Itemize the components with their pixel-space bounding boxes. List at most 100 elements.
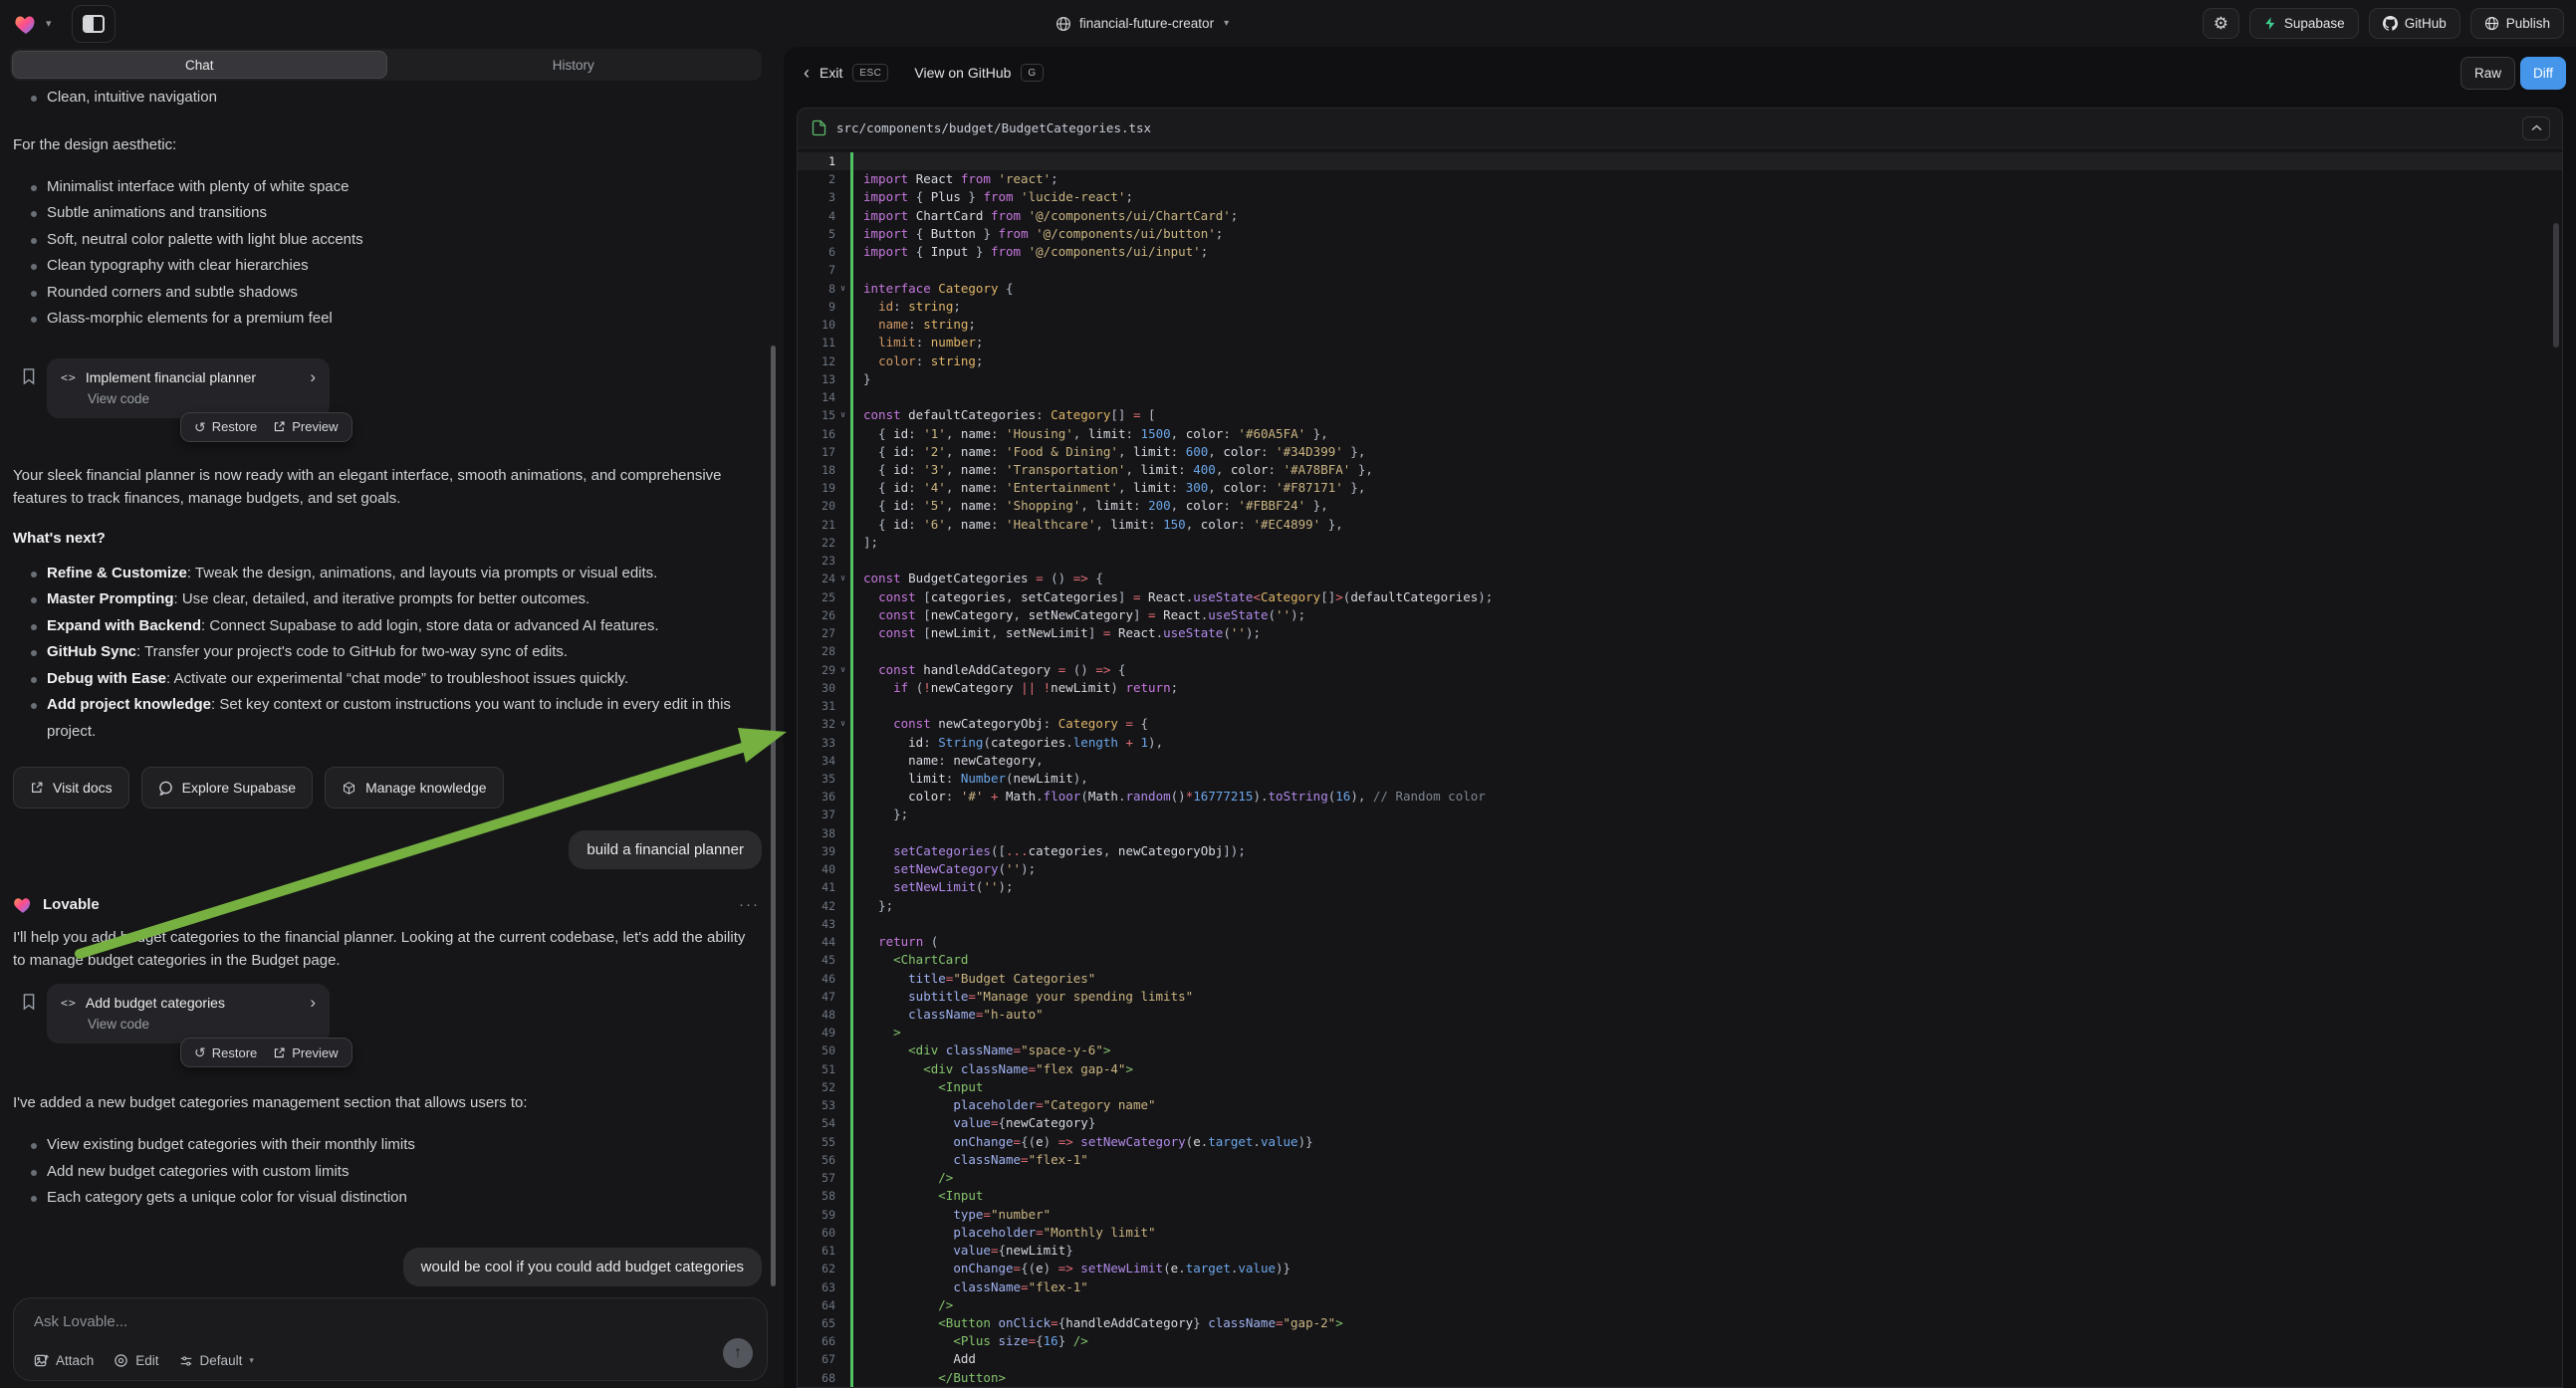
code-text: import { Input } from '@/components/ui/i…	[850, 243, 2562, 261]
code-line: 27 const [newLimit, setNewLimit] = React…	[798, 624, 2562, 642]
fold-chevron-icon[interactable]: ∨	[835, 570, 850, 587]
manage-knowledge-button[interactable]: Manage knowledge	[325, 767, 503, 809]
settings-button[interactable]: ⚙	[2203, 8, 2239, 39]
tab-chat[interactable]: Chat	[12, 51, 387, 79]
code-line: 34 name: newCategory,	[798, 752, 2562, 770]
code-line: 58 <Input	[798, 1187, 2562, 1205]
code-line: 29∨ const handleAddCategory = () => {	[798, 661, 2562, 679]
attach-button[interactable]: Attach	[34, 1353, 94, 1368]
github-button[interactable]: GitHub	[2369, 8, 2460, 39]
fold-chevron-icon[interactable]: ∨	[835, 406, 850, 424]
collapse-file-button[interactable]	[2522, 116, 2550, 140]
diff-toggle-button[interactable]: Diff	[2520, 57, 2566, 90]
exit-button[interactable]: Exit	[820, 65, 842, 81]
message-menu-button[interactable]: ···	[739, 896, 760, 913]
code-text: { id: '5', name: 'Shopping', limit: 200,…	[850, 497, 2562, 515]
fold-chevron-slot	[835, 1314, 850, 1332]
project-switcher[interactable]: financial-future-creator ▾	[1055, 0, 1229, 47]
version-card-add-budget-categories[interactable]: <> Add budget categories › View code ↺ R…	[47, 984, 330, 1043]
bookmark-icon[interactable]	[19, 992, 39, 1012]
view-on-github-button[interactable]: View on GitHub	[914, 65, 1011, 81]
restore-button[interactable]: ↺ Restore	[194, 419, 257, 434]
file-path-bar[interactable]: src/components/budget/BudgetCategories.t…	[798, 109, 2562, 148]
model-default-selector[interactable]: Default ▾	[179, 1353, 254, 1368]
code-text: import ChartCard from '@/components/ui/C…	[850, 207, 2562, 225]
code-text: return (	[850, 933, 2562, 951]
send-button[interactable]: ↑	[723, 1338, 753, 1368]
line-number: 63	[798, 1278, 835, 1296]
restore-button[interactable]: ↺ Restore	[194, 1045, 257, 1060]
composer-input[interactable]	[34, 1313, 631, 1337]
code-text: import { Button } from '@/components/ui/…	[850, 225, 2562, 243]
code-scrollbar-thumb[interactable]	[2553, 223, 2559, 347]
line-number: 17	[798, 443, 835, 461]
code-line: 41 setNewLimit('');	[798, 878, 2562, 896]
code-text	[850, 552, 2562, 570]
code-text: };	[850, 806, 2562, 823]
back-chevron-icon[interactable]: ‹	[804, 63, 810, 84]
fold-chevron-icon[interactable]: ∨	[835, 715, 850, 733]
line-number: 33	[798, 734, 835, 752]
code-text: >	[850, 1024, 2562, 1041]
line-number: 68	[798, 1369, 835, 1387]
code-line: 59 type="number"	[798, 1206, 2562, 1224]
code-line: 8∨interface Category {	[798, 280, 2562, 298]
list-item: Refine & Customize: Tweak the design, an…	[13, 561, 762, 587]
bookmark-icon[interactable]	[19, 366, 39, 386]
line-number: 3	[798, 188, 835, 206]
gear-icon: ⚙	[2214, 15, 2228, 32]
preview-button[interactable]: Preview	[273, 419, 338, 434]
added-paragraph: I've added a new budget categories manag…	[13, 1091, 755, 1114]
edit-mode-button[interactable]: Edit	[114, 1353, 158, 1368]
code-text: <div className="flex gap-4">	[850, 1060, 2562, 1078]
fold-chevron-slot	[835, 970, 850, 988]
publish-button[interactable]: Publish	[2470, 8, 2564, 39]
code-line: 21 { id: '6', name: 'Healthcare', limit:…	[798, 516, 2562, 534]
fold-chevron-icon[interactable]: ∨	[835, 661, 850, 679]
line-number: 23	[798, 552, 835, 570]
line-number: 56	[798, 1151, 835, 1169]
line-number: 44	[798, 933, 835, 951]
code-line: 60 placeholder="Monthly limit"	[798, 1224, 2562, 1242]
chat-bubble-icon	[158, 781, 173, 796]
chat-scrollbar-thumb[interactable]	[771, 346, 776, 1286]
fold-chevron-slot	[835, 1332, 850, 1350]
fold-chevron-slot	[835, 878, 850, 896]
version-card-implement-financial-planner[interactable]: <> Implement financial planner › View co…	[47, 358, 330, 418]
preview-button[interactable]: Preview	[273, 1045, 338, 1060]
code-viewport[interactable]: 12import React from 'react';3import { Pl…	[798, 152, 2562, 1387]
code-line: 33 id: String(categories.length + 1),	[798, 734, 2562, 752]
fold-chevron-slot	[835, 1133, 850, 1151]
chat-messages-scroll[interactable]: Clean, intuitive navigation For the desi…	[0, 81, 784, 1331]
line-number: 60	[798, 1224, 835, 1242]
fold-chevron-slot	[835, 443, 850, 461]
explore-supabase-button[interactable]: Explore Supabase	[141, 767, 313, 809]
line-number: 45	[798, 951, 835, 969]
fold-chevron-slot	[835, 516, 850, 534]
fold-chevron-slot	[835, 497, 850, 515]
fold-chevron-slot	[835, 697, 850, 715]
lovable-heart-icon	[13, 895, 33, 914]
logo-chevron-down-icon[interactable]: ▾	[46, 17, 52, 30]
sidebar-toggle-button[interactable]	[72, 5, 116, 43]
chevron-down-icon: ▾	[249, 1355, 254, 1366]
visit-docs-button[interactable]: Visit docs	[13, 767, 129, 809]
fold-chevron-icon[interactable]: ∨	[835, 280, 850, 298]
code-text: { id: '1', name: 'Housing', limit: 1500,…	[850, 425, 2562, 443]
chevron-right-icon: ›	[310, 370, 316, 384]
view-code-link[interactable]: View code	[88, 391, 316, 406]
tab-history[interactable]: History	[387, 51, 761, 79]
view-code-link[interactable]: View code	[88, 1017, 316, 1032]
code-text: type="number"	[850, 1206, 2562, 1224]
code-line: 30 if (!newCategory || !newLimit) return…	[798, 679, 2562, 697]
code-line: 42 };	[798, 897, 2562, 915]
version-card-2-row: <> Add budget categories › View code ↺ R…	[13, 984, 762, 1043]
code-text: className="h-auto"	[850, 1006, 2562, 1024]
supabase-button[interactable]: Supabase	[2249, 8, 2359, 39]
ready-paragraph: Your sleek financial planner is now read…	[13, 464, 755, 510]
fold-chevron-slot	[835, 1187, 850, 1205]
raw-toggle-button[interactable]: Raw	[2460, 57, 2515, 90]
code-text: />	[850, 1169, 2562, 1187]
lovable-logo-icon[interactable]	[14, 13, 38, 35]
line-number: 27	[798, 624, 835, 642]
